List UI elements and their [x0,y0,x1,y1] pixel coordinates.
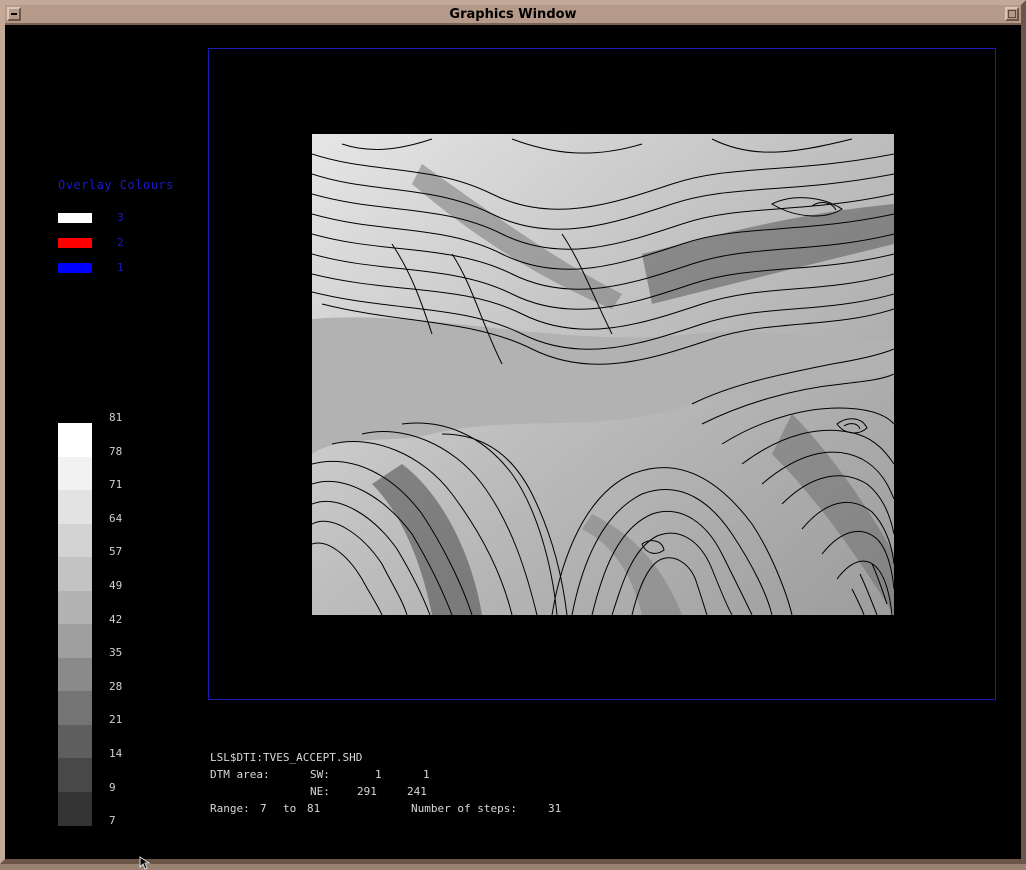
steps-value: 31 [548,802,562,815]
scale-label: 28 [109,679,123,693]
scale-cell [58,456,92,491]
scale-label: 42 [109,612,123,626]
scale-label: 35 [109,646,123,660]
range-to-word: to [283,802,297,815]
scale-label: 81 [109,411,123,424]
scale-cell [58,624,92,658]
mouse-pointer-icon [139,856,151,870]
file-name-text: LSL$DTI:TVES_ACCEPT.SHD [210,751,363,764]
scale-cell [58,724,92,759]
maximize-button[interactable] [1005,7,1019,21]
range-from-value: 7 [260,802,267,815]
overlay-swatch-1 [58,263,92,273]
sw-y-value: 1 [423,768,430,781]
scale-cell [58,758,92,792]
overlay-swatch-2 [58,238,92,248]
scale-label: 9 [109,780,116,794]
scale-cell [58,691,92,725]
scale-cell [58,791,92,826]
scale-cell [58,657,92,692]
scale-label: 14 [109,747,123,760]
scale-cell [58,423,92,457]
steps-label: Number of steps: [411,802,517,815]
scale-cell [58,590,92,625]
sw-label: SW: [310,768,330,781]
scale-cell [58,557,92,591]
overlay-colours-title: Overlay Colours [58,178,174,192]
scale-label: 57 [109,545,123,559]
ne-y-value: 241 [407,785,427,798]
scale-label: 78 [109,444,123,458]
terrain-contours [311,134,895,616]
scale-label: 49 [109,579,123,592]
title-bar[interactable]: Graphics Window [5,5,1021,25]
scale-label: 7 [109,814,116,828]
range-label: Range: [210,802,250,815]
graphics-canvas: Overlay Colours 3 2 1 81 78 71 64 57 49 42 35 28… [5,25,1021,870]
scale-label: 21 [109,713,123,727]
window-title: Graphics Window [449,7,577,22]
graphics-window: Graphics Window Overlay Colours 3 2 1 81… [0,0,1026,870]
scale-cell [58,523,92,558]
scale-label: 71 [109,478,123,492]
shaded-relief-map [311,134,895,616]
overlay-label-1: 1 [117,261,124,274]
range-to-value: 81 [307,802,321,815]
scale-cell [58,490,92,524]
overlay-label-3: 3 [117,211,124,224]
sw-x-value: 1 [375,768,382,781]
dtm-area-label: DTM area: [210,768,270,781]
overlay-label-2: 2 [117,236,124,249]
ne-x-value: 291 [357,785,377,798]
ne-label: NE: [310,785,330,798]
overlay-swatch-3 [58,213,92,223]
scale-label: 64 [109,511,123,525]
